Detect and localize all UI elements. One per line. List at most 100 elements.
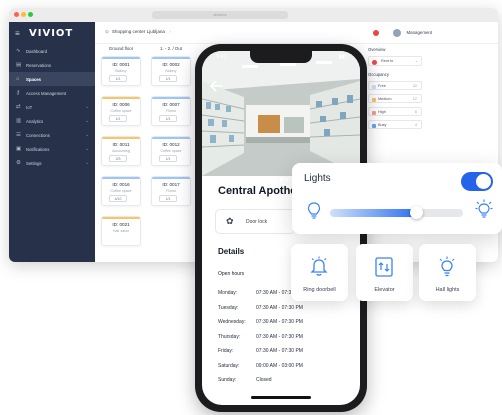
opening-hours-heading: Open hours [218, 271, 245, 277]
occupancy-badge: 1/1 [159, 115, 177, 122]
space-card[interactable]: ID: 0021 Hair salon [101, 216, 141, 246]
toggle-knob [476, 174, 491, 189]
space-card[interactable]: ID: 0007 Florist 1/1 [151, 96, 191, 126]
close-window-dot[interactable] [14, 12, 19, 17]
weekday: Tuesday: [218, 304, 239, 311]
hamburger-menu-icon[interactable]: ≡ [15, 29, 29, 38]
sidebar-item-label: Reservations [26, 62, 52, 68]
space-type: Coffee space [160, 149, 182, 153]
space-card[interactable]: ID: 0002 Bakery 1/1 [151, 56, 191, 86]
space-card[interactable]: ID: 0016 Coffee space 4/10 [101, 176, 141, 206]
space-type: Coffee space [110, 109, 132, 113]
hours-range: 07:30 AM - 07:30 PM [256, 304, 303, 311]
analytics-icon: ▥ [16, 118, 22, 124]
user-name[interactable]: Management [406, 30, 432, 35]
opening-hours-row: Friday: 07:30 AM - 07:30 PM [218, 348, 358, 354]
elevator-label: Elevator [374, 287, 395, 293]
occupancy-label: Occupancy [368, 72, 389, 77]
column-header: Ground floor [108, 46, 134, 51]
card-status-stripe [102, 177, 140, 179]
brightness-slider[interactable] [330, 209, 463, 217]
sidebar-item[interactable]: ☰ Connections ⌄ [9, 128, 95, 142]
ring-doorbell-label: Ring doorbell [303, 287, 336, 293]
occupancy-badge: 2/3 [109, 155, 127, 162]
brightness-slider-handle[interactable] [410, 206, 424, 219]
sidebar-item-label: Settings [26, 160, 42, 166]
hall-lights-tile[interactable]: Hall lights [419, 244, 476, 301]
door-lock-button[interactable]: ✿ Door lock [215, 209, 295, 234]
chevron-down-icon: ⌄ [85, 146, 89, 151]
weekday: Thursday: [218, 333, 241, 340]
sidebar-item[interactable]: ▥ Analytics ⌄ [9, 114, 95, 128]
opening-hours-row: Saturday: 09:00 AM - 03:00 PM [218, 363, 358, 369]
occupancy-row[interactable]: Medium 12 [368, 94, 422, 103]
ring-doorbell-tile[interactable]: Ring doorbell [291, 244, 348, 301]
weekday: Saturday: [218, 362, 240, 369]
hours-range: Closed [256, 377, 272, 383]
occupancy-badge: 4/10 [109, 195, 127, 202]
space-type: Florist [166, 109, 176, 113]
reservation-icon: ▤ [16, 62, 22, 68]
occupancy-label: High [378, 110, 386, 114]
sidebar-item[interactable]: ⇄ IoT ⌄ [9, 100, 95, 114]
minimize-window-dot[interactable] [21, 12, 26, 17]
chevron-down-icon: ⌄ [414, 59, 418, 63]
location-icon: ⊙ [105, 29, 109, 34]
space-card[interactable]: ID: 0006 Coffee space 1/1 [101, 96, 141, 126]
weekday: Sunday: [218, 377, 237, 383]
connection-icon: ☰ [16, 132, 21, 138]
sidebar-item[interactable]: ⚙ Settings ⌄ [9, 156, 95, 170]
elevator-tile[interactable]: Elevator [356, 244, 413, 301]
breadcrumb[interactable]: ⊙ Shopping center Ljubljana › [105, 29, 171, 35]
sidebar-item-label: Access Management [26, 90, 67, 96]
space-id: ID: 0012 [162, 142, 180, 147]
opening-hours-row: Thursday: 07:30 AM - 07:30 PM [218, 334, 358, 340]
space-card[interactable]: ID: 0012 Coffee space 1/1 [151, 136, 191, 166]
space-card[interactable]: ID: 0017 Florist 1/1 [151, 176, 191, 206]
phone-notch [250, 51, 312, 63]
avatar[interactable] [393, 29, 402, 37]
filter-select[interactable]: Rent to ⌄ [368, 56, 422, 66]
home-indicator[interactable] [251, 396, 311, 399]
card-status-stripe [152, 57, 190, 59]
dashboard-icon: ∿ [16, 48, 21, 54]
space-card[interactable]: ID: 0011 Accounting 2/3 [101, 136, 141, 166]
sidebar-item-label: Connections [26, 132, 50, 138]
sidebar-item[interactable]: ▣ Notifications ⌄ [9, 142, 95, 156]
maximize-window-dot[interactable] [28, 12, 33, 17]
sidebar: ≡ VIVIOT ∿ Dashboard ▤ Reservations ⌂ Spaces ⚷… [9, 22, 95, 262]
color-swatch [372, 84, 376, 89]
space-type: Hair salon [112, 229, 130, 233]
color-swatch [372, 97, 376, 102]
hours-range: 09:00 AM - 03:00 PM [256, 362, 303, 369]
photo-pagination[interactable] [202, 168, 360, 186]
sidebar-item[interactable]: ∿ Dashboard [9, 44, 95, 58]
card-status-stripe [102, 57, 140, 59]
address-bar[interactable]: viviot.io [152, 11, 288, 19]
door-lock-label: Door lock [246, 219, 268, 225]
space-card[interactable]: ID: 0001 Bakery 1/1 [101, 56, 141, 86]
occupancy-row[interactable]: High 6 [368, 107, 422, 116]
hall-lights-icon [439, 256, 455, 277]
status-time: 9:41 [216, 54, 227, 60]
notification-icon[interactable] [373, 30, 379, 36]
space-type: Bakery [115, 69, 127, 73]
notification-icon: ▣ [16, 146, 22, 152]
chevron-down-icon: ⌄ [85, 118, 89, 123]
sidebar-item[interactable]: ▤ Reservations [9, 58, 95, 72]
sidebar-item[interactable]: ⌂ Spaces [9, 72, 95, 86]
card-status-stripe [102, 137, 140, 139]
occupancy-count: 4 [414, 123, 417, 127]
occupancy-row[interactable]: Busy 4 [368, 120, 422, 129]
occupancy-row[interactable]: Free 22 [368, 81, 422, 90]
sidebar-item-label: Notifications [26, 146, 50, 152]
space-type: Florist [166, 189, 176, 193]
card-status-stripe [102, 217, 140, 219]
occupancy-count: 22 [412, 84, 417, 88]
lights-toggle[interactable] [461, 172, 493, 191]
space-type: Coffee space [110, 189, 132, 193]
sidebar-item-label: Dashboard [26, 48, 48, 54]
sidebar-item[interactable]: ⚷ Access Management [9, 86, 95, 100]
doorbell-icon [310, 256, 328, 276]
column-header: 1. - 2. / Out [160, 46, 182, 51]
